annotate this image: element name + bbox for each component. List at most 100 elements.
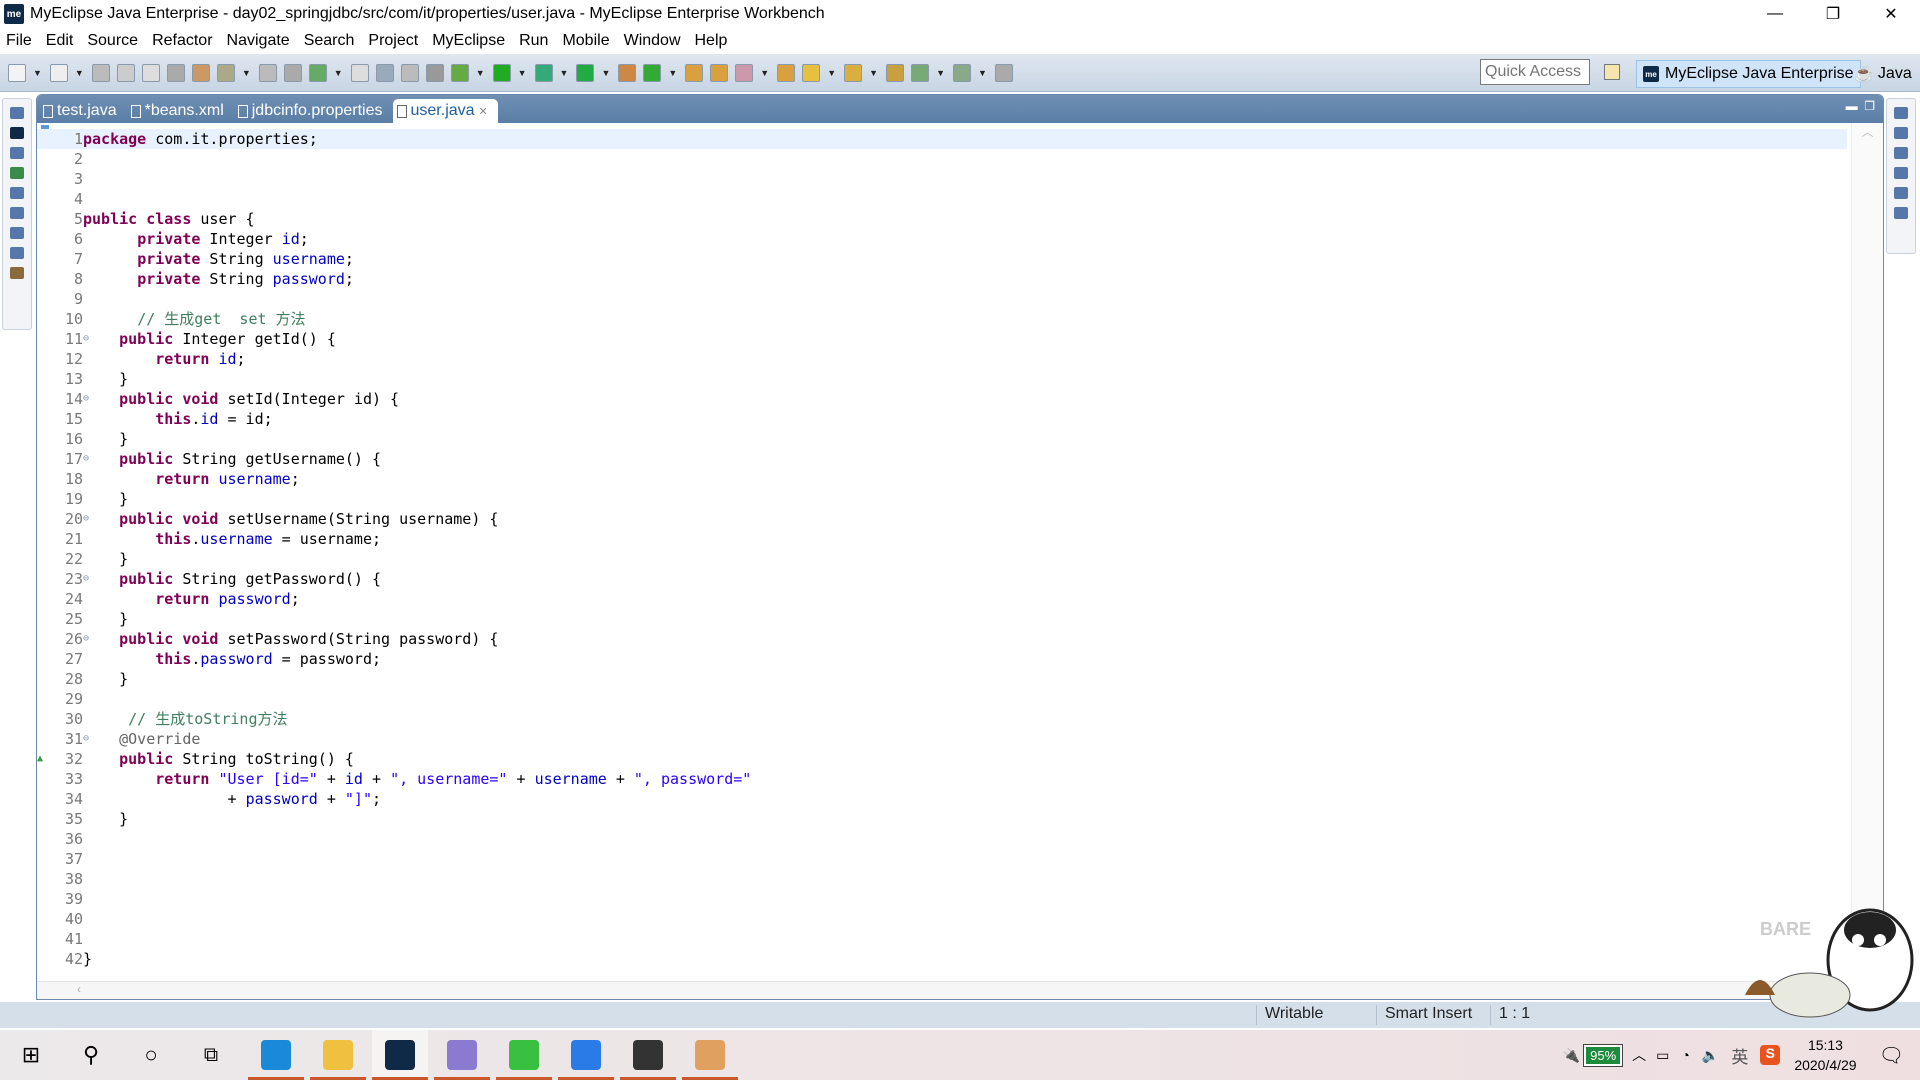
taskbar-app-file-explorer[interactable] (310, 1030, 366, 1080)
menu-help[interactable]: Help (695, 32, 728, 50)
last-edit-icon[interactable] (886, 63, 905, 82)
restore-icon[interactable] (1894, 107, 1908, 119)
servers-icon[interactable] (10, 267, 24, 279)
debug-icon[interactable] (450, 63, 469, 82)
dropdown-arrow-icon[interactable]: ▼ (827, 68, 836, 78)
taskbar-app-paint[interactable] (682, 1030, 738, 1080)
open-file-icon[interactable] (710, 63, 729, 82)
horizontal-scrollbar[interactable]: ‹ (37, 981, 1883, 999)
dropdown-arrow-icon[interactable]: ▼ (33, 68, 42, 78)
console-icon[interactable] (10, 247, 24, 259)
task-view-button[interactable]: ⧉ (186, 1030, 236, 1080)
next-annotation-icon[interactable] (802, 63, 821, 82)
dropdown-arrow-icon[interactable]: ▼ (242, 68, 251, 78)
search-button[interactable]: ⚲ (66, 1030, 116, 1080)
minimize-icon[interactable]: ▬ (1846, 99, 1858, 113)
open-project-icon[interactable] (685, 63, 704, 82)
volume-icon[interactable]: 🔈 (1702, 1047, 1719, 1064)
menu-navigate[interactable]: Navigate (227, 32, 290, 50)
image-preview-icon[interactable] (10, 207, 24, 219)
taskbar-app-wps[interactable] (558, 1030, 614, 1080)
web-service-icon[interactable] (258, 63, 277, 82)
forward-icon[interactable] (952, 63, 971, 82)
markup-icon[interactable] (735, 63, 754, 82)
menu-run[interactable]: Run (519, 32, 548, 50)
perspective-myeclipse-java-enterprise[interactable]: me MyEclipse Java Enterprise (1636, 60, 1861, 88)
taskbar-app-mysql[interactable] (434, 1030, 490, 1080)
quick-access-input[interactable] (1480, 59, 1590, 85)
dropdown-arrow-icon[interactable]: ▼ (869, 68, 878, 78)
open-type-hierarchy-icon[interactable] (216, 63, 235, 82)
cortana-button[interactable]: ○ (126, 1030, 176, 1080)
dropdown-arrow-icon[interactable]: ▼ (476, 68, 485, 78)
editor-tab-user-java[interactable]: user.java ✕ (392, 99, 498, 123)
editor-tab-jdbcinfo-properties[interactable]: jdbcinfo.properties (234, 99, 393, 123)
dropdown-arrow-icon[interactable]: ▼ (75, 68, 84, 78)
palette-icon[interactable] (1894, 187, 1908, 199)
dropdown-arrow-icon[interactable]: ▼ (518, 68, 527, 78)
publish-icon[interactable] (400, 63, 419, 82)
dropdown-arrow-icon[interactable]: ▼ (936, 68, 945, 78)
print-icon[interactable] (141, 63, 160, 82)
maximize-icon[interactable]: ❐ (1864, 99, 1875, 113)
perspective-java[interactable]: ☕ Java (1854, 60, 1912, 88)
taskbar-app-myeclipse[interactable] (372, 1030, 428, 1080)
new-java-class-icon[interactable] (618, 63, 637, 82)
previous-annotation-icon[interactable] (844, 63, 863, 82)
editor-tab-test-java[interactable]: test.java (39, 99, 127, 123)
restore-icon[interactable] (1894, 167, 1908, 179)
save-icon[interactable] (91, 63, 110, 82)
taskbar-app-video-player[interactable] (620, 1030, 676, 1080)
open-resource-icon[interactable] (283, 63, 302, 82)
back-icon[interactable] (911, 63, 930, 82)
explorer-icon[interactable] (308, 63, 327, 82)
package-explorer-icon[interactable] (10, 127, 24, 139)
hierarchy-icon[interactable] (10, 147, 24, 159)
new-icon[interactable] (8, 63, 26, 82)
outline-icon[interactable] (10, 167, 24, 179)
dropdown-arrow-icon[interactable]: ▼ (668, 68, 677, 78)
restore-icon[interactable] (10, 187, 24, 199)
run-last-icon[interactable] (576, 63, 595, 82)
restore-button[interactable]: ❐ (1804, 0, 1862, 28)
code-editor[interactable]: 1 package com.it.properties; 2 3 4 5 public cl… (37, 123, 1847, 981)
new-component-icon[interactable] (643, 63, 662, 82)
undo-icon[interactable] (166, 63, 185, 82)
browse-icon[interactable] (375, 63, 394, 82)
restore-icon[interactable] (10, 227, 24, 239)
menu-project[interactable]: Project (368, 32, 418, 50)
run-tomcat-icon[interactable] (534, 63, 553, 82)
menu-search[interactable]: Search (304, 32, 355, 50)
tasks-icon[interactable] (1894, 147, 1908, 159)
run-icon[interactable] (492, 63, 511, 82)
dropdown-arrow-icon[interactable]: ▼ (334, 68, 343, 78)
outline-icon[interactable] (1894, 127, 1908, 139)
save-all-icon[interactable] (116, 63, 135, 82)
menu-mobile[interactable]: Mobile (562, 32, 609, 50)
menu-edit[interactable]: Edit (46, 32, 74, 50)
pin-icon[interactable] (994, 63, 1013, 82)
javadoc-icon[interactable] (1894, 207, 1908, 219)
dropdown-arrow-icon[interactable]: ▼ (560, 68, 569, 78)
notifications-icon[interactable]: 🗨 (1879, 1043, 1904, 1068)
redo-icon[interactable] (191, 63, 210, 82)
show-hidden-icons-icon[interactable]: ︿ (1632, 1045, 1646, 1065)
menu-myeclipse[interactable]: MyEclipse (432, 32, 505, 50)
vertical-scrollbar[interactable]: ︿ (1851, 123, 1883, 981)
dropdown-arrow-icon[interactable]: ▼ (601, 68, 610, 78)
menu-file[interactable]: File (6, 32, 32, 50)
start-button[interactable]: ⊞ (6, 1030, 56, 1080)
battery-icon[interactable]: ▭ (1656, 1047, 1669, 1064)
open-folder-icon[interactable] (777, 63, 796, 82)
scroll-left-icon[interactable]: ‹ (77, 982, 81, 996)
clock[interactable]: 15:13 2020/4/29 (1794, 1035, 1856, 1075)
editor-tab--beans-xml[interactable]: *beans.xml (127, 99, 234, 123)
run-configurations-icon[interactable] (350, 63, 369, 82)
menu-window[interactable]: Window (624, 32, 681, 50)
new-java-element-icon[interactable] (49, 63, 68, 82)
dropdown-arrow-icon[interactable]: ▼ (760, 68, 769, 78)
open-perspective-icon[interactable] (1604, 64, 1620, 80)
wifi-icon[interactable]: ◔ (1681, 1047, 1689, 1063)
restore-icon[interactable] (10, 107, 24, 119)
scroll-up-icon[interactable]: ︿ (1852, 123, 1883, 140)
